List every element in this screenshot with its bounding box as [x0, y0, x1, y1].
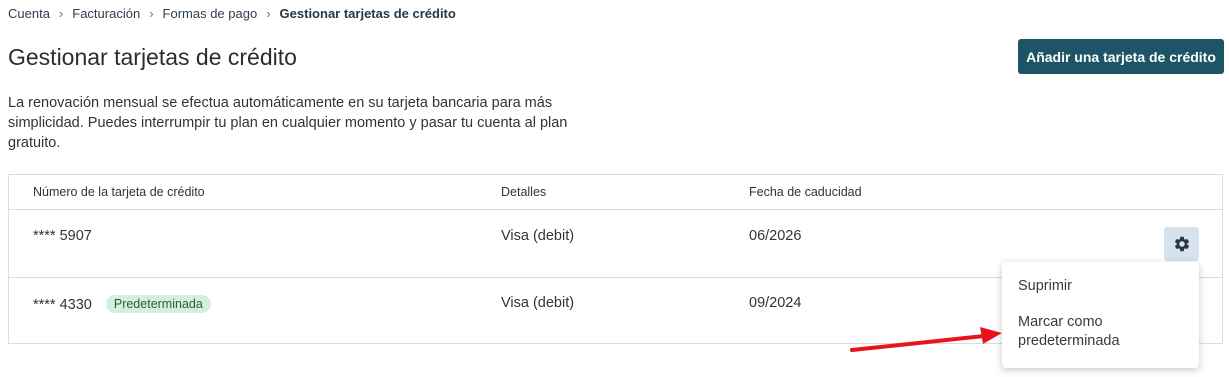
gear-icon — [1174, 236, 1189, 252]
card-number-text: **** 4330 — [33, 297, 92, 313]
card-settings-button[interactable] — [1164, 227, 1199, 261]
page-description: La renovación mensual se efectua automát… — [8, 95, 568, 151]
add-credit-card-button[interactable]: Añadir una tarjeta de crédito — [1018, 39, 1224, 74]
card-number: **** 5907 — [33, 228, 92, 244]
chevron-right-icon: › — [58, 6, 64, 21]
page-title: Gestionar tarjetas de crédito — [8, 44, 297, 70]
breadcrumb-cuenta[interactable]: Cuenta — [8, 6, 50, 21]
breadcrumb: Cuenta › Facturación › Formas de pago › … — [8, 6, 456, 21]
card-details: Visa (debit) — [501, 228, 575, 244]
column-header-details: Detalles — [501, 185, 547, 199]
column-header-expiry: Fecha de caducidad — [749, 185, 862, 199]
header-divider — [9, 209, 1222, 210]
card-actions-menu: Suprimir Marcar como predeterminada — [1002, 262, 1199, 368]
chevron-right-icon: › — [149, 6, 154, 21]
menu-item-delete[interactable]: Suprimir — [1018, 277, 1072, 296]
card-expiry: 06/2026 — [749, 228, 802, 244]
card-details: Visa (debit) — [501, 295, 575, 311]
breadcrumb-formas-de-pago[interactable]: Formas de pago — [163, 6, 258, 21]
breadcrumb-current: Gestionar tarjetas de crédito — [279, 6, 456, 21]
default-badge: Predeterminada — [105, 295, 211, 313]
column-header-card-number: Número de la tarjeta de crédito — [33, 185, 205, 199]
breadcrumb-facturacion[interactable]: Facturación — [72, 6, 140, 21]
card-expiry: 09/2024 — [749, 295, 802, 311]
menu-item-set-default[interactable]: Marcar como predeterminada — [1018, 313, 1158, 351]
card-number: **** 4330 Predeterminada — [33, 295, 211, 313]
chevron-right-icon: › — [266, 6, 271, 21]
